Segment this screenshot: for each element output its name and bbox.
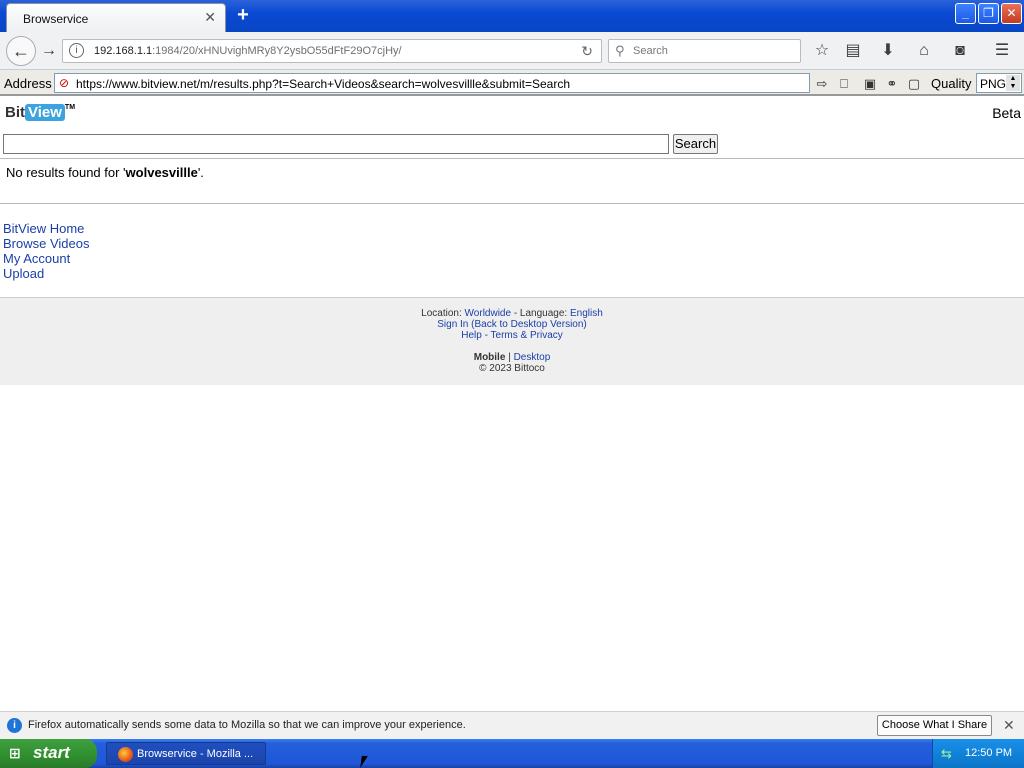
divider: [0, 203, 1024, 204]
nav-link-home[interactable]: BitView Home: [3, 221, 84, 236]
no-results-suffix: '.: [197, 165, 204, 180]
no-results-prefix: No results found for ': [6, 165, 126, 180]
beta-label: Beta: [992, 105, 1021, 121]
address-label: Address: [4, 76, 52, 91]
footer-location-line: Location: Worldwide - Language: English: [0, 308, 1024, 319]
clipboard-icon[interactable]: ▢: [905, 75, 923, 92]
pocket-icon[interactable]: ◙: [949, 40, 971, 62]
browser-search-box[interactable]: ⚲ Search: [608, 39, 801, 63]
sign-in-link[interactable]: Sign In (Back to Desktop Version): [437, 319, 587, 330]
close-icon[interactable]: ✕: [1003, 717, 1015, 734]
divider: [0, 158, 1024, 159]
page-content: Bit View TM Beta Search No results found f…: [0, 98, 1024, 710]
url-text: 192.168.1.1:1984/20/xHNUvighMRy8Y2ysbO55…: [94, 45, 402, 57]
forward-button[interactable]: →: [38, 40, 60, 62]
quality-label: Quality: [931, 76, 972, 91]
address-toolbar: Address ⊘ https://www.bitview.net/m/resu…: [0, 70, 1024, 96]
find-binoculars-icon[interactable]: ⚭: [883, 75, 901, 92]
desktop-link[interactable]: Desktop: [514, 352, 551, 363]
firefox-icon: [118, 747, 133, 762]
address-url: https://www.bitview.net/m/results.php?t=…: [76, 77, 571, 91]
location-link[interactable]: Worldwide: [465, 308, 512, 319]
home-icon[interactable]: ⌂: [913, 40, 935, 62]
title-bar: Browservice ✕ + _ ❐ ✕: [0, 0, 1024, 32]
reload-icon[interactable]: ↻: [581, 43, 593, 60]
footer-help-line: Help - Terms & Privacy: [0, 330, 1024, 341]
clock: 12:50 PM: [965, 747, 1013, 759]
footer-signin-line: Sign In (Back to Desktop Version): [0, 319, 1024, 330]
tab-close-icon[interactable]: ✕: [204, 9, 216, 26]
language-label: - Language:: [513, 308, 568, 319]
bookmark-icon[interactable]: ⎕: [835, 75, 853, 92]
url-bar[interactable]: i 192.168.1.1:1984/20/xHNUvighMRy8Y2ysbO…: [62, 39, 602, 63]
start-label: start: [33, 743, 70, 762]
go-arrow-icon[interactable]: ⇨: [813, 75, 831, 92]
tab-title: Browservice: [23, 12, 89, 26]
logo-bit: Bit: [5, 104, 25, 121]
back-button[interactable]: ←: [6, 36, 36, 66]
nav-link-my-account[interactable]: My Account: [3, 251, 70, 266]
no-results-message: No results found for 'wolvesvillle'.: [6, 165, 204, 180]
network-icon[interactable]: ⇆: [941, 746, 952, 762]
footer: Location: Worldwide - Language: English …: [0, 297, 1024, 385]
taskbar-item-label: Browservice - Mozilla ...: [137, 748, 254, 760]
location-label: Location:: [421, 308, 462, 319]
save-page-icon[interactable]: ▣: [861, 75, 879, 92]
notification-message: Firefox automatically sends some data to…: [28, 719, 466, 731]
address-input[interactable]: ⊘ https://www.bitview.net/m/results.php?…: [54, 73, 810, 93]
bitview-logo[interactable]: Bit View TM: [5, 104, 75, 124]
info-icon: i: [7, 718, 22, 733]
insecure-icon: ⊘: [59, 76, 70, 90]
footer-version-line: Mobile | Desktop: [0, 352, 1024, 363]
copyright: © 2023 Bittoco: [479, 363, 545, 374]
logo-view: View: [25, 104, 65, 121]
menu-icon[interactable]: ☰: [991, 40, 1013, 62]
url-path: :1984/20/xHNUvighMRy8Y2ysbO55dFtF29O7cjH…: [152, 45, 402, 57]
taskbar: ⊞ start Browservice - Mozilla ... ⇆ 12:5…: [0, 739, 1024, 768]
notification-bar: i Firefox automatically sends some data …: [0, 711, 1024, 739]
windows-flag-icon: ⊞: [9, 745, 21, 761]
help-link[interactable]: Help: [461, 330, 482, 341]
reading-list-icon[interactable]: ▤: [842, 40, 864, 62]
search-query: wolvesvillle: [125, 165, 198, 180]
footer-separator: -: [484, 330, 488, 341]
browser-tab[interactable]: Browservice ✕: [6, 3, 226, 32]
nav-link-upload[interactable]: Upload: [3, 266, 44, 281]
quality-value: PNG: [980, 77, 1007, 91]
choose-what-i-share-button[interactable]: Choose What I Share: [877, 715, 992, 736]
minimize-button[interactable]: _: [955, 3, 976, 24]
close-window-button[interactable]: ✕: [1001, 3, 1022, 24]
mobile-label: Mobile: [473, 352, 506, 363]
search-icon: ⚲: [615, 43, 625, 58]
url-host: 192.168.1.1: [94, 45, 153, 57]
quality-select[interactable]: PNG ▲ ▼: [976, 73, 1022, 93]
taskbar-item-firefox[interactable]: Browservice - Mozilla ...: [106, 742, 266, 765]
downloads-icon[interactable]: ⬇: [877, 40, 899, 62]
quality-spinner-icon[interactable]: ▲ ▼: [1006, 75, 1020, 91]
start-button[interactable]: ⊞ start: [0, 739, 97, 768]
video-search-input[interactable]: [3, 134, 669, 154]
system-tray: ⇆ 12:50 PM: [932, 739, 1024, 768]
search-placeholder: Search: [633, 45, 668, 57]
new-tab-icon[interactable]: +: [232, 4, 254, 26]
site-info-icon[interactable]: i: [69, 43, 84, 58]
restore-button[interactable]: ❐: [978, 3, 999, 24]
nav-link-browse-videos[interactable]: Browse Videos: [3, 236, 89, 251]
navigation-toolbar: ← → i 192.168.1.1:1984/20/xHNUvighMRy8Y2…: [0, 32, 1024, 70]
search-button[interactable]: Search: [673, 134, 718, 154]
bookmark-star-icon[interactable]: ☆: [811, 40, 833, 62]
logo-tm: TM: [64, 104, 76, 111]
language-link[interactable]: English: [570, 308, 603, 319]
terms-link[interactable]: Terms & Privacy: [491, 330, 563, 341]
version-separator: |: [508, 352, 511, 363]
